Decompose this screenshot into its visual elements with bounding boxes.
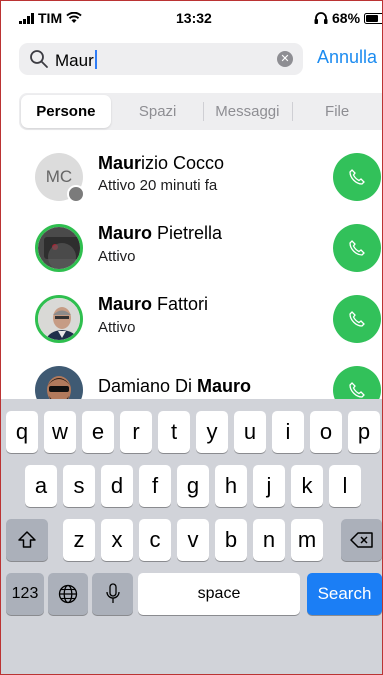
- call-button[interactable]: [333, 153, 381, 201]
- key-t[interactable]: t: [158, 411, 190, 453]
- headphones-icon: [314, 12, 328, 24]
- contact-name: Mauro Fattori: [98, 294, 209, 314]
- contact-status: Attivo 20 minuti fa: [98, 177, 218, 194]
- contact-status: Attivo: [98, 248, 136, 265]
- key-l[interactable]: l: [329, 465, 361, 507]
- text-caret: [94, 50, 97, 69]
- segmented-tabs: Persone Spazi Messaggi File: [19, 93, 382, 130]
- shift-icon: [18, 531, 36, 548]
- numbers-key[interactable]: 123: [6, 573, 44, 615]
- microphone-icon: [105, 583, 120, 603]
- contact-name: Mauro Pietrella: [98, 223, 223, 243]
- call-button[interactable]: [333, 224, 381, 272]
- signal-icon: [19, 12, 34, 24]
- key-y[interactable]: y: [196, 411, 228, 453]
- backspace-key[interactable]: [341, 519, 382, 561]
- avatar-photo: [38, 298, 80, 340]
- key-a[interactable]: a: [25, 465, 57, 507]
- contact-name: Maurizio Cocco: [98, 153, 225, 173]
- tab-spazi[interactable]: Spazi: [113, 93, 203, 130]
- space-key[interactable]: space: [138, 573, 300, 615]
- contact-status: Attivo: [98, 319, 136, 336]
- contact-name: Damiano Di Mauro: [98, 376, 252, 396]
- call-button[interactable]: [333, 295, 381, 343]
- status-left: TIM: [19, 10, 82, 26]
- key-j[interactable]: j: [253, 465, 285, 507]
- key-q[interactable]: q: [6, 411, 38, 453]
- contact-row[interactable]: MC Maurizio Cocco Attivo 20 minuti fa: [1, 145, 382, 211]
- key-g[interactable]: g: [177, 465, 209, 507]
- dictation-key[interactable]: [92, 573, 133, 615]
- key-n[interactable]: n: [253, 519, 285, 561]
- key-o[interactable]: o: [310, 411, 342, 453]
- status-right: 68%: [314, 10, 382, 26]
- phone-icon: [349, 169, 365, 185]
- key-p[interactable]: p: [348, 411, 380, 453]
- phone-screen: TIM 13:32 68% Maur ✕ Annulla Persone Spa…: [0, 0, 383, 675]
- key-c[interactable]: c: [139, 519, 171, 561]
- key-x[interactable]: x: [101, 519, 133, 561]
- phone-icon: [349, 240, 365, 256]
- tab-messaggi[interactable]: Messaggi: [202, 93, 293, 130]
- key-h[interactable]: h: [215, 465, 247, 507]
- search-input[interactable]: Maur ✕: [19, 43, 303, 75]
- search-icon: [30, 50, 48, 68]
- key-d[interactable]: d: [101, 465, 133, 507]
- key-m[interactable]: m: [291, 519, 323, 561]
- key-s[interactable]: s: [63, 465, 95, 507]
- key-v[interactable]: v: [177, 519, 209, 561]
- shift-key[interactable]: [6, 519, 48, 561]
- key-z[interactable]: z: [63, 519, 95, 561]
- key-k[interactable]: k: [291, 465, 323, 507]
- key-w[interactable]: w: [44, 411, 76, 453]
- search-field-value: Maur: [55, 50, 97, 71]
- backspace-icon: [349, 532, 373, 548]
- status-bar: TIM 13:32 68%: [1, 1, 382, 35]
- phone-icon: [349, 311, 365, 327]
- key-e[interactable]: e: [82, 411, 114, 453]
- wifi-icon: [66, 12, 82, 23]
- cancel-button[interactable]: Annulla: [317, 47, 377, 68]
- contact-row[interactable]: Mauro Pietrella Attivo: [1, 216, 382, 282]
- key-b[interactable]: b: [215, 519, 247, 561]
- phone-icon: [349, 382, 365, 398]
- battery-percent: 68%: [332, 10, 361, 26]
- search-key[interactable]: Search: [307, 573, 382, 615]
- tab-file[interactable]: File: [292, 93, 382, 130]
- battery-icon: [364, 12, 382, 24]
- globe-icon: [58, 584, 78, 604]
- key-i[interactable]: i: [272, 411, 304, 453]
- tab-persone[interactable]: Persone: [21, 95, 111, 128]
- avatar: [35, 295, 83, 343]
- avatar: [35, 224, 83, 272]
- carrier-name: TIM: [38, 10, 63, 26]
- key-f[interactable]: f: [139, 465, 171, 507]
- avatar-initials: MC: [45, 167, 73, 186]
- avatar-photo: [38, 227, 80, 269]
- key-u[interactable]: u: [234, 411, 266, 453]
- keyboard: q w e r t y u i o p a s d f g h j k l z …: [1, 399, 382, 674]
- avatar: MC: [35, 153, 85, 203]
- clock-icon: [67, 185, 85, 203]
- globe-key[interactable]: [48, 573, 88, 615]
- clear-search-icon[interactable]: ✕: [277, 51, 293, 67]
- contact-row[interactable]: Mauro Fattori Attivo: [1, 287, 382, 353]
- clock: 13:32: [176, 10, 212, 26]
- key-r[interactable]: r: [120, 411, 152, 453]
